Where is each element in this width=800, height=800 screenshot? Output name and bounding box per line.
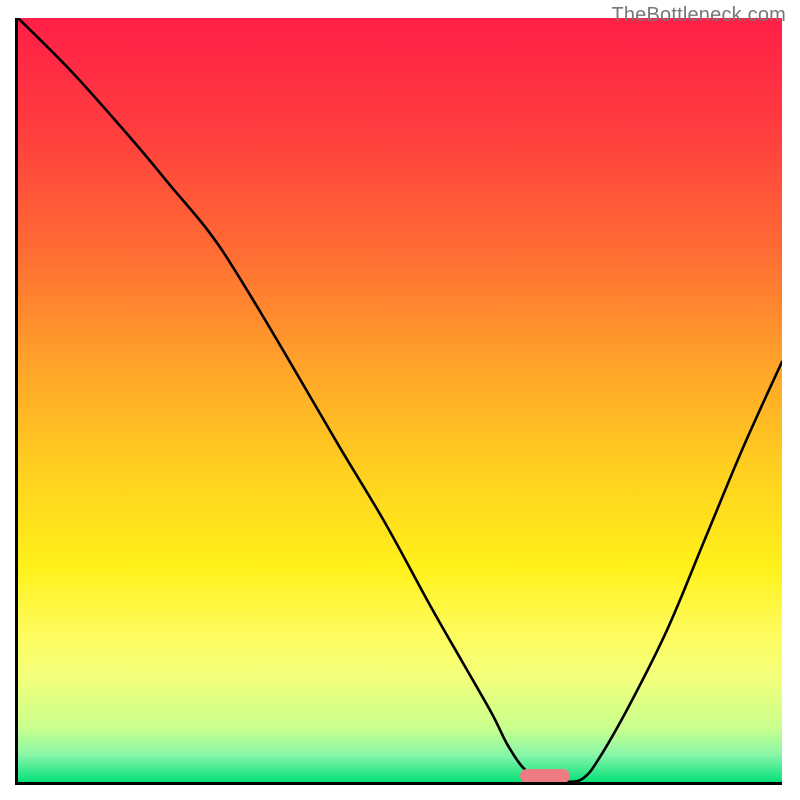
watermark-text: TheBottleneck.com: [611, 4, 786, 27]
optimum-marker: [520, 769, 570, 782]
bottleneck-curve: [18, 18, 782, 782]
plot-area: [18, 18, 782, 782]
y-axis: [15, 18, 18, 785]
chart-frame: TheBottleneck.com: [0, 0, 800, 800]
x-axis: [15, 782, 782, 785]
